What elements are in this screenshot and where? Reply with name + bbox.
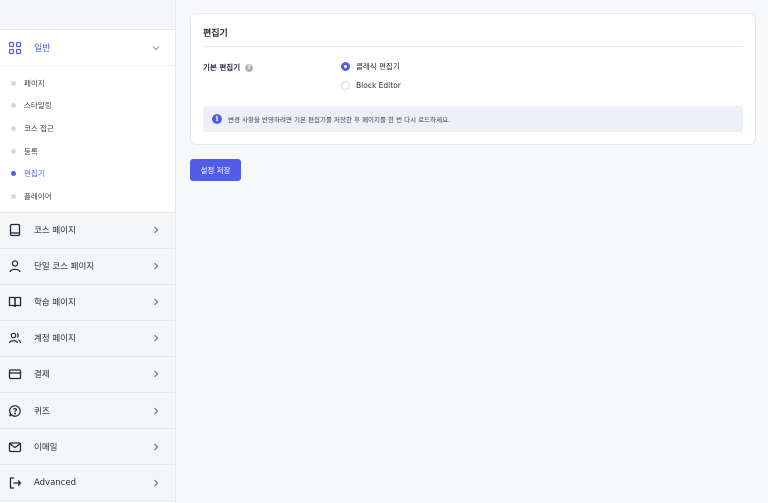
chevron-right-icon — [151, 406, 161, 416]
save-settings-button[interactable]: 설정 저장 — [190, 159, 241, 181]
open-book-icon — [8, 295, 22, 309]
sidebar-item-label: 학습 페이지 — [34, 298, 76, 309]
subitem-label: 편집기 — [24, 169, 45, 179]
info-notice: i 변경 사항을 반영하려면 기본 편집기를 저장한 후 페이지를 한 번 다시… — [203, 106, 743, 132]
bullet-icon — [11, 125, 16, 131]
chevron-right-icon — [151, 225, 161, 235]
sidebar-item-account-page[interactable]: 계정 페이지 — [0, 320, 175, 357]
bullet-icon — [11, 193, 16, 199]
sidebar-item-learning-page[interactable]: 학습 페이지 — [0, 284, 175, 321]
sidebar-item-label: 코스 페이지 — [34, 226, 76, 237]
chevron-right-icon — [151, 442, 161, 452]
sign-out-icon — [8, 476, 22, 490]
sidebar-item-label: 결제 — [34, 370, 50, 381]
divider — [203, 46, 743, 47]
credit-card-icon — [8, 367, 22, 381]
radio-button[interactable] — [341, 81, 350, 90]
sidebar-subitem-course-access[interactable]: 코스 접근 — [0, 117, 175, 140]
radio-block-editor[interactable]: Block Editor — [341, 81, 401, 90]
sidebar-subitem-player[interactable]: 플레이어 — [0, 185, 175, 208]
sidebar-item-single-course-page[interactable]: 단일 코스 페이지 — [0, 248, 175, 285]
settings-sidebar: 일반 페이지 스타일링 코스 접근 등록 편집기 플레이어 코스 페이지 단일 … — [0, 0, 176, 503]
sidebar-item-payment[interactable]: 결제 — [0, 356, 175, 394]
user-icon — [8, 259, 22, 273]
sidebar-group-label: 일반 — [34, 44, 51, 54]
sidebar-item-email[interactable]: 이메일 — [0, 429, 175, 466]
sidebar-subitem-styling[interactable]: 스타일링 — [0, 95, 175, 118]
info-icon: i — [212, 114, 222, 124]
grid-icon — [8, 41, 22, 55]
bullet-icon — [11, 80, 16, 86]
radio-button-checked[interactable] — [341, 62, 350, 71]
chevron-right-icon — [151, 261, 161, 271]
sidebar-item-quiz[interactable]: 퀴즈 — [0, 393, 175, 430]
users-icon — [8, 331, 22, 345]
subitem-label: 등록 — [24, 146, 38, 156]
book-icon — [8, 223, 22, 237]
sidebar-item-label: Advanced — [34, 477, 76, 488]
sidebar-item-advanced[interactable]: Advanced — [0, 465, 175, 502]
sidebar-item-label: 단일 코스 페이지 — [34, 262, 95, 273]
bullet-icon — [11, 148, 16, 154]
sidebar-sub-list: 페이지 스타일링 코스 접근 등록 편집기 플레이어 — [0, 66, 175, 213]
notice-text: 변경 사항을 반영하려면 기본 편집기를 저장한 후 페이지를 한 번 다시 로… — [228, 116, 451, 124]
sidebar-item-label: 퀴즈 — [34, 406, 50, 417]
chevron-right-icon — [151, 297, 161, 307]
sidebar-top-spacer — [0, 0, 175, 30]
bullet-icon — [11, 103, 16, 109]
sidebar-subitem-registration[interactable]: 등록 — [0, 140, 175, 163]
chevron-right-icon — [151, 369, 161, 379]
help-icon[interactable]: ? — [245, 63, 254, 72]
chevron-right-icon — [151, 333, 161, 343]
sidebar-item-course-page[interactable]: 코스 페이지 — [0, 212, 175, 249]
radio-classic-editor[interactable]: 클래식 편집기 — [341, 61, 400, 72]
default-editor-label: 기본 편집기 ? — [203, 62, 254, 73]
subitem-label: 페이지 — [24, 78, 45, 88]
subitem-label: 코스 접근 — [24, 123, 54, 133]
chevron-down-icon — [151, 43, 161, 53]
subitem-label: 스타일링 — [24, 101, 52, 111]
mail-icon — [8, 440, 22, 454]
sidebar-subitem-pages[interactable]: 페이지 — [0, 72, 175, 95]
sidebar-subitem-editor[interactable]: 편집기 — [0, 162, 175, 185]
settings-page: 일반 페이지 스타일링 코스 접근 등록 편집기 플레이어 코스 페이지 단일 … — [0, 0, 768, 503]
sidebar-item-label: 계정 페이지 — [34, 334, 76, 345]
chat-question-icon — [8, 404, 22, 418]
editor-settings-card: 편집기 기본 편집기 ? 클래식 편집기 Block Editor i 변경 사… — [190, 13, 756, 145]
field-label-text: 기본 편집기 — [203, 63, 241, 72]
sidebar-item-label: 이메일 — [34, 442, 58, 453]
sidebar-group-general[interactable]: 일반 — [0, 30, 175, 66]
bullet-icon — [11, 171, 16, 177]
chevron-right-icon — [151, 478, 161, 488]
radio-label: Block Editor — [356, 81, 401, 90]
subitem-label: 플레이어 — [24, 191, 52, 201]
section-title: 편집기 — [203, 29, 228, 39]
radio-label: 클래식 편집기 — [356, 62, 400, 71]
